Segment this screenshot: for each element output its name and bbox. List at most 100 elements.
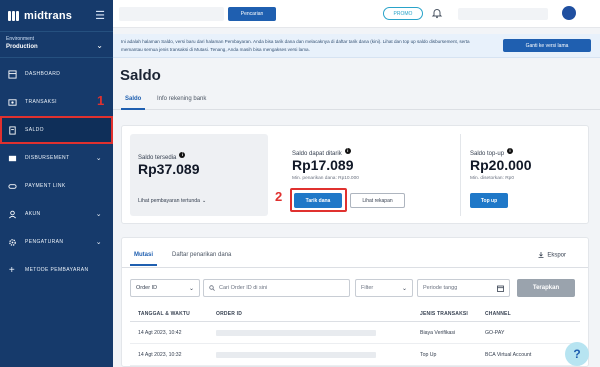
midtrans-logo: midtrans xyxy=(24,9,73,22)
pending-payments-link[interactable]: Lihat pembayaran tertunda ⌄ xyxy=(138,189,206,207)
row-order-id-redacted xyxy=(216,330,376,336)
sidebar: midtrans ☰ Environment Production ⌄ DASH… xyxy=(0,0,113,367)
column-header: JENIS TRANSAKSI xyxy=(420,311,469,317)
dashboard-icon xyxy=(7,69,17,79)
gear-icon xyxy=(7,237,17,247)
chevron-down-icon: ⌄ xyxy=(202,198,207,204)
order-id-search-input[interactable]: Cari Order ID di sini xyxy=(203,279,350,297)
annotation-number-1: 1 xyxy=(97,93,105,108)
help-chat-button[interactable]: ? xyxy=(565,342,589,366)
chevron-down-icon: ⌄ xyxy=(401,285,407,292)
hamburger-menu-icon[interactable]: ☰ xyxy=(95,9,105,22)
filter-select[interactable]: Filter ⌄ xyxy=(355,279,413,297)
column-header: CHANNEL xyxy=(485,311,511,317)
download-icon xyxy=(538,252,544,258)
search-input[interactable] xyxy=(119,7,224,21)
export-button[interactable]: Ekspor xyxy=(538,252,566,259)
table-row[interactable]: 14 Agt 2023, 10:32 Top Up BCA Virtual Ac… xyxy=(130,345,580,366)
chevron-down-icon: ⌄ xyxy=(96,41,103,50)
lihat-rekapan-button[interactable]: Lihat rekapan xyxy=(350,193,405,208)
available-balance-panel: Saldo tersediai Rp37.089 Lihat pembayara… xyxy=(130,134,268,216)
chevron-down-icon: ⌄ xyxy=(95,155,102,162)
promo-badge[interactable]: PROMO xyxy=(383,7,423,20)
tab-daftar-penarikan-dana[interactable]: Daftar penarikan dana xyxy=(172,252,231,258)
logo-row: midtrans ☰ xyxy=(0,0,113,32)
apply-button[interactable]: Terapkan xyxy=(517,279,575,297)
export-label: Ekspor xyxy=(547,252,566,259)
divider xyxy=(122,267,588,268)
page-tabs: Saldo Info rekening bank xyxy=(113,92,600,110)
sidebar-item-pengaturan[interactable]: PENGATURAN ⌄ xyxy=(0,228,113,256)
environment-label: Environment xyxy=(6,36,35,42)
avatar[interactable] xyxy=(562,6,576,20)
column-header: ORDER ID xyxy=(216,311,243,317)
sidebar-item-akun[interactable]: AKUN ⌄ xyxy=(0,200,113,228)
bell-icon[interactable] xyxy=(431,7,443,19)
environment-value: Production xyxy=(6,44,38,50)
sidebar-item-payment-link[interactable]: PAYMENT LINK xyxy=(0,172,113,200)
chevron-down-icon: ⌄ xyxy=(188,285,194,292)
topup-balance-amount: Rp20.000 xyxy=(470,157,532,173)
sidebar-item-label: DASHBOARD xyxy=(25,71,61,77)
topup-minimum: Min. disetorkan: Rp0 xyxy=(470,176,514,181)
annotation-number-2: 2 xyxy=(275,189,283,204)
sidebar-item-label: PENGATURAN xyxy=(25,239,64,245)
sidebar-item-label: DISBURSEMENT xyxy=(25,155,70,161)
period-date-input[interactable]: Periode tangg xyxy=(417,279,510,297)
row-channel: BCA Virtual Account xyxy=(485,352,532,358)
row-transaction-type: Top Up xyxy=(420,352,437,358)
chevron-down-icon: ⌄ xyxy=(95,239,102,246)
sidebar-item-saldo[interactable]: SALDO xyxy=(0,116,113,144)
user-icon xyxy=(7,209,17,219)
pending-payments-link-label: Lihat pembayaran tertunda xyxy=(138,198,201,204)
balance-card: Saldo tersediai Rp37.089 Lihat pembayara… xyxy=(121,125,589,224)
balance-icon xyxy=(7,125,17,135)
link-icon xyxy=(7,181,17,191)
tab-info-rekening-bank[interactable]: Info rekening bank xyxy=(157,96,206,102)
notice-banner: Ini adalah halaman Saldo, versi baru dar… xyxy=(113,34,600,58)
table-header: TANGGAL & WAKTU ORDER ID JENIS TRANSAKSI… xyxy=(130,308,580,322)
sidebar-item-dashboard[interactable]: DASHBOARD xyxy=(0,60,113,88)
row-transaction-type: Biaya Verifikasi xyxy=(420,330,456,336)
search-placeholder: Cari Order ID di sini xyxy=(219,285,268,291)
calendar-icon[interactable] xyxy=(497,285,504,292)
mutasi-card: Mutasi Daftar penarikan dana Ekspor Orde… xyxy=(121,237,589,367)
tab-saldo[interactable]: Saldo xyxy=(120,96,146,110)
sidebar-item-label: PAYMENT LINK xyxy=(25,183,66,189)
sidebar-item-metode-pembayaran[interactable]: + METODE PEMBAYARAN xyxy=(0,256,113,284)
plus-icon: + xyxy=(8,264,16,276)
row-channel: GO-PAY xyxy=(485,330,505,336)
midtrans-logo-mark xyxy=(8,10,20,21)
chevron-down-icon: ⌄ xyxy=(95,211,102,218)
row-datetime: 14 Agt 2023, 10:42 xyxy=(138,330,182,336)
notice-text: Ini adalah halaman Saldo, versi baru dar… xyxy=(121,39,470,52)
filter-select-value: Filter xyxy=(361,285,374,291)
withdrawable-minimum: Min. penarikan dana: Rp10.000 xyxy=(292,176,359,181)
environment-selector[interactable]: Environment Production ⌄ xyxy=(0,32,113,58)
tab-mutasi[interactable]: Mutasi xyxy=(129,252,158,266)
order-id-select[interactable]: Order ID ⌄ xyxy=(130,279,200,297)
available-balance-amount: Rp37.089 xyxy=(138,161,200,177)
search-icon xyxy=(209,285,215,291)
info-icon[interactable]: i xyxy=(344,147,351,154)
sidebar-item-label: SALDO xyxy=(25,127,44,133)
top-up-button[interactable]: Top up xyxy=(470,193,508,208)
highlight-box xyxy=(290,188,347,212)
sidebar-item-label: METODE PEMBAYARAN xyxy=(25,267,89,273)
divider xyxy=(460,134,461,216)
page-title: Saldo xyxy=(120,67,161,84)
row-order-id-redacted xyxy=(216,352,376,358)
user-name-box[interactable] xyxy=(458,8,548,20)
transaction-icon xyxy=(7,97,17,107)
row-datetime: 14 Agt 2023, 10:32 xyxy=(138,352,182,358)
period-placeholder: Periode tangg xyxy=(423,285,458,291)
order-id-select-value: Order ID xyxy=(136,285,158,291)
switch-old-version-button[interactable]: Ganti ke versi lama xyxy=(503,39,591,52)
column-header: TANGGAL & WAKTU xyxy=(138,311,190,317)
info-icon[interactable]: i xyxy=(507,147,514,154)
sidebar-item-disbursement[interactable]: DISBURSEMENT ⌄ xyxy=(0,144,113,172)
table-row[interactable]: 14 Agt 2023, 10:42 Biaya Verifikasi GO-P… xyxy=(130,323,580,344)
topbar: Pencarian PROMO xyxy=(113,0,600,28)
search-button[interactable]: Pencarian xyxy=(228,7,276,21)
info-icon[interactable]: i xyxy=(179,151,186,158)
